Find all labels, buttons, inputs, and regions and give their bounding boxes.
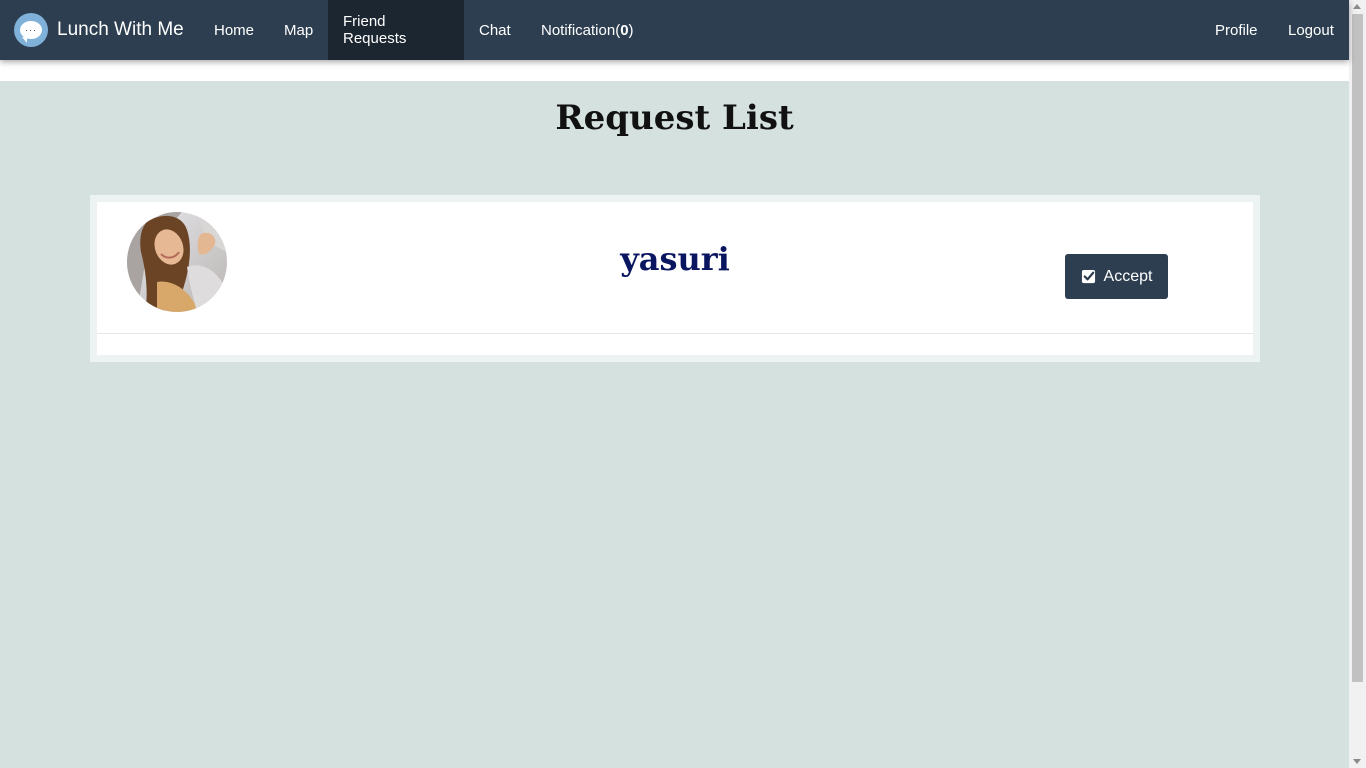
nav-map[interactable]: Map — [269, 0, 328, 60]
brand-name: Lunch With Me — [57, 19, 184, 40]
notification-count: 0 — [620, 21, 629, 39]
nav-notification[interactable]: Notification(0) — [526, 0, 649, 60]
nav-friend-requests[interactable]: Friend Requests — [328, 0, 464, 60]
nav-logout[interactable]: Logout — [1273, 0, 1349, 60]
notification-close-paren: ) — [628, 21, 634, 39]
nav-chat[interactable]: Chat — [464, 0, 526, 60]
accept-button[interactable]: Accept — [1065, 254, 1168, 299]
scroll-up-arrow-icon[interactable] — [1353, 4, 1361, 9]
request-list-panel: yasuri Accept — [90, 195, 1260, 362]
request-card: yasuri Accept — [97, 202, 1253, 355]
chat-bubble-logo-icon: ··· — [14, 13, 48, 47]
page-title: Request List — [555, 98, 794, 138]
scroll-thumb[interactable] — [1352, 14, 1363, 682]
vertical-scrollbar[interactable] — [1349, 0, 1366, 768]
nav-profile[interactable]: Profile — [1200, 0, 1273, 60]
top-navbar: ··· Lunch With Me Home Map Friend Reques… — [0, 0, 1349, 60]
check-square-icon — [1081, 269, 1095, 284]
navbar-spacer — [0, 60, 1349, 81]
logo-bubble-glyph: ··· — [20, 21, 42, 43]
notification-label: Notification( — [541, 21, 621, 39]
card-divider — [97, 333, 1253, 334]
accept-button-label: Accept — [1103, 267, 1153, 285]
scroll-down-arrow-icon[interactable] — [1353, 759, 1361, 764]
brand-link[interactable]: ··· Lunch With Me — [14, 0, 184, 60]
nav-home[interactable]: Home — [199, 0, 269, 60]
